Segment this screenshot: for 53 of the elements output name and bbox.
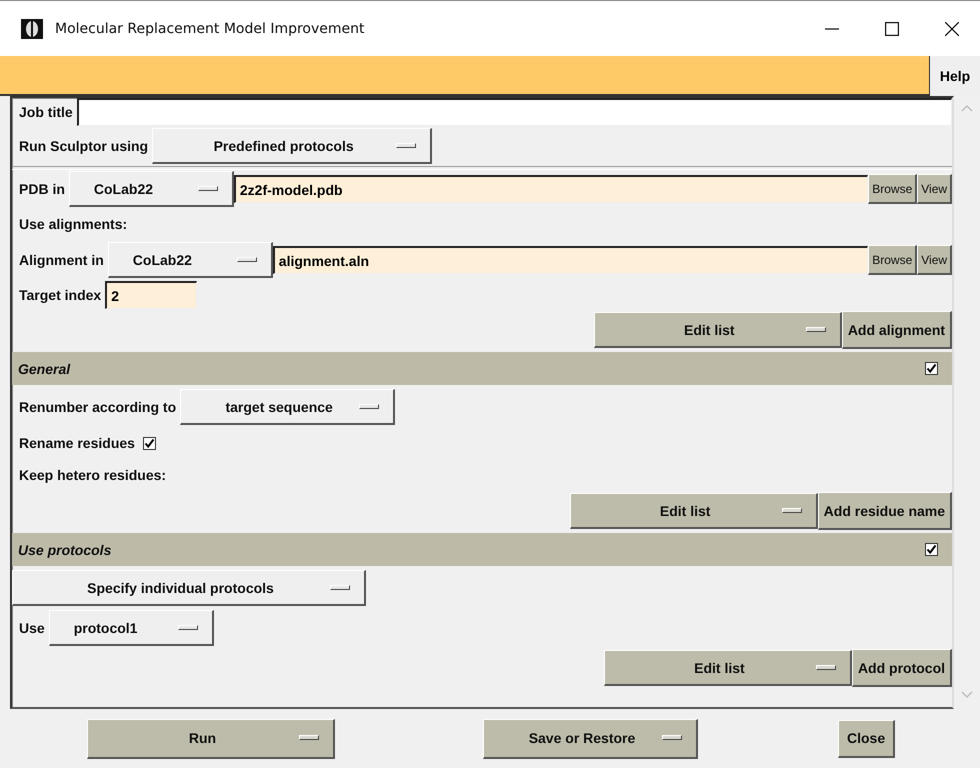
- browse-button[interactable]: Browse: [868, 174, 918, 204]
- view-button[interactable]: View: [917, 174, 952, 204]
- rename-residues-checkbox[interactable]: [142, 436, 156, 450]
- field-label: Renumber according to: [19, 399, 176, 415]
- browse-button[interactable]: Browse: [868, 245, 918, 275]
- field-label: Target index: [19, 287, 102, 303]
- edit-list-dropdown[interactable]: Edit list: [570, 493, 818, 529]
- save-or-restore-dropdown[interactable]: Save or Restore: [483, 718, 698, 758]
- section-title: Use protocols: [18, 542, 112, 558]
- dropdown-indicator-icon: [782, 508, 802, 512]
- add-residue-name-button[interactable]: Add residue name: [818, 492, 952, 530]
- section-checkbox[interactable]: [925, 543, 938, 556]
- section-label: Use alignments:: [19, 216, 128, 232]
- job-title-field[interactable]: [76, 98, 952, 126]
- dropdown-button[interactable]: CoLab22: [68, 171, 234, 207]
- field-label: Run Sculptor using: [19, 138, 148, 154]
- dropdown-indicator-icon: [198, 186, 218, 190]
- run-dropdown[interactable]: Run: [87, 718, 335, 758]
- window-title: Molecular Replacement Model Improvement: [55, 20, 364, 36]
- view-button[interactable]: View: [917, 245, 952, 275]
- dropdown-indicator-icon: [662, 735, 682, 740]
- dropdown-button[interactable]: protocol1: [48, 610, 214, 646]
- field-label: PDB in: [19, 181, 65, 197]
- edit-list-dropdown[interactable]: Edit list: [604, 650, 852, 686]
- edit-list-dropdown[interactable]: Edit list: [594, 312, 842, 348]
- maximize-icon[interactable]: [885, 22, 899, 36]
- close-button[interactable]: Close: [838, 720, 896, 758]
- dropdown-indicator-icon: [396, 142, 416, 148]
- dropdown-button[interactable]: Predefined protocols: [152, 128, 432, 164]
- dropdown-button[interactable]: Specify individual protocols: [12, 570, 366, 606]
- add-alignment-button[interactable]: Add alignment: [842, 311, 952, 349]
- app-icon: [21, 18, 43, 38]
- dropdown-indicator-icon: [236, 256, 257, 262]
- field-label: Job title: [19, 104, 73, 120]
- dropdown-indicator-icon: [178, 624, 198, 630]
- file-field[interactable]: 2z2f-model.pdb: [234, 175, 868, 203]
- dropdown-indicator-icon: [299, 735, 319, 740]
- file-field[interactable]: alignment.aln: [272, 246, 868, 274]
- section-checkbox[interactable]: [925, 362, 938, 375]
- target-index-field[interactable]: 2: [105, 281, 198, 309]
- dropdown-button[interactable]: CoLab22: [108, 242, 273, 278]
- dropdown-indicator-icon: [330, 584, 350, 590]
- dropdown-indicator-icon: [806, 326, 826, 332]
- field-label: Alignment in: [19, 252, 104, 268]
- add-protocol-button[interactable]: Add protocol: [852, 649, 952, 687]
- section-title: General: [18, 360, 70, 376]
- section-label: Keep hetero residues:: [19, 467, 166, 483]
- field-label: Use: [19, 620, 45, 636]
- field-label: Rename residues: [19, 435, 135, 451]
- dropdown-indicator-icon: [816, 664, 836, 670]
- dropdown-indicator-icon: [359, 404, 380, 408]
- close-icon[interactable]: [945, 22, 959, 36]
- dropdown-button[interactable]: target sequence: [180, 389, 396, 425]
